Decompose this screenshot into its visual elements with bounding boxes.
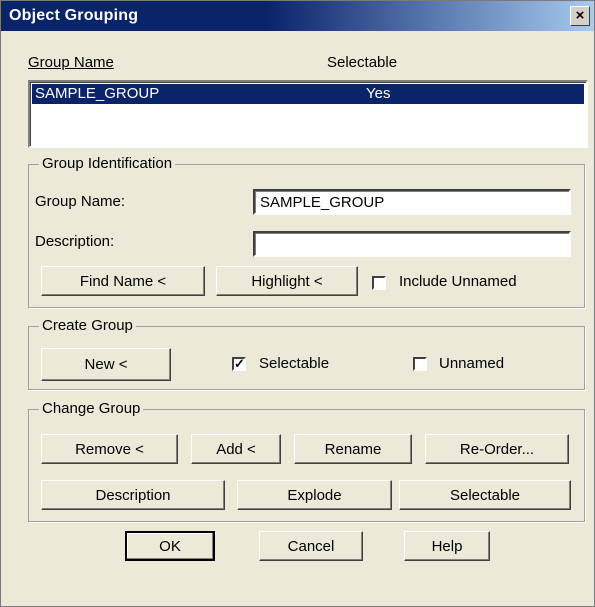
column-header-selectable[interactable]: Selectable [327,54,397,71]
selectable-button[interactable]: Selectable [399,480,571,510]
rename-button[interactable]: Rename [294,434,412,464]
group-identification-legend: Group Identification [39,155,176,172]
include-unnamed-checkbox[interactable] [372,276,386,290]
ok-button[interactable]: OK [125,531,215,561]
description-button[interactable]: Description [41,480,225,510]
help-button[interactable]: Help [404,531,490,561]
change-group-legend: Change Group [39,400,144,417]
selectable-checkbox-label[interactable]: Selectable [259,355,329,372]
description-field[interactable] [253,231,571,257]
unnamed-checkbox[interactable] [413,357,427,371]
find-name-button[interactable]: Find Name < [41,266,205,296]
reorder-button[interactable]: Re-Order... [425,434,569,464]
description-label: Description: [35,233,115,250]
title-bar[interactable]: Object Grouping × [1,1,594,31]
add-button[interactable]: Add < [191,434,281,464]
list-item-name: SAMPLE_GROUP [35,85,160,102]
remove-button[interactable]: Remove < [41,434,178,464]
cancel-button[interactable]: Cancel [259,531,363,561]
list-item[interactable]: SAMPLE_GROUP Yes [32,84,584,104]
group-list[interactable]: SAMPLE_GROUP Yes [28,80,588,148]
window-title: Object Grouping [9,7,139,24]
group-name-label: Group Name: [35,193,126,210]
new-button[interactable]: New < [41,348,171,381]
list-item-selectable: Yes [366,85,391,102]
close-icon[interactable]: × [570,6,590,26]
object-grouping-dialog: Object Grouping × Group Name Selectable … [0,0,595,607]
highlight-button[interactable]: Highlight < [216,266,358,296]
include-unnamed-label[interactable]: Include Unnamed [399,273,517,290]
explode-button[interactable]: Explode [237,480,392,510]
unnamed-checkbox-label[interactable]: Unnamed [439,355,504,372]
create-group-legend: Create Group [39,317,136,334]
col-name-text: Group Name [28,54,114,71]
selectable-checkbox[interactable]: ✓ [232,357,246,371]
group-name-field[interactable]: SAMPLE_GROUP [253,189,571,215]
column-header-group-name[interactable]: Group Name [28,54,114,71]
